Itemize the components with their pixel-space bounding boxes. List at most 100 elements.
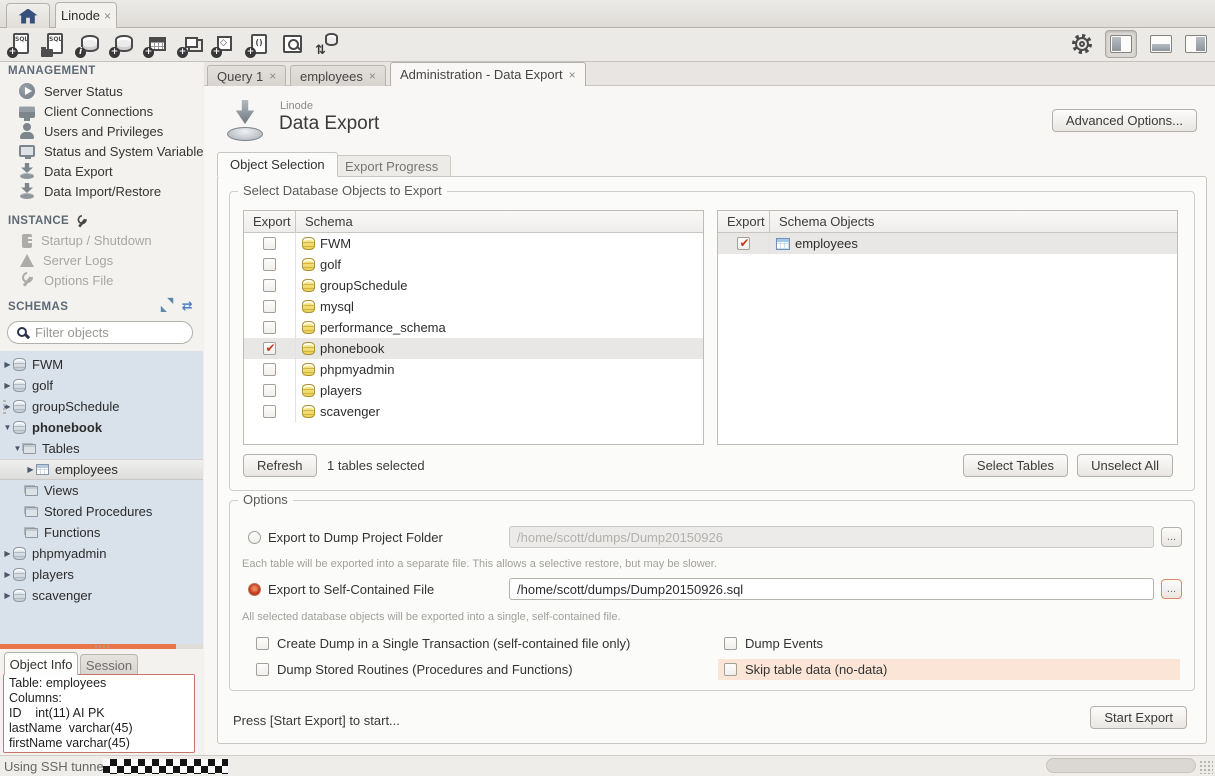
toggle-right-panel-button[interactable] (1185, 35, 1207, 53)
create-procedure-icon[interactable] (211, 31, 238, 58)
create-schema-icon[interactable] (109, 31, 136, 58)
sidebar-item-options-file[interactable]: Options File (0, 270, 203, 290)
preferences-gear-icon[interactable] (1072, 34, 1092, 54)
tree-item[interactable]: Stored Procedures (0, 501, 203, 522)
create-function-icon[interactable] (245, 31, 272, 58)
schema-row[interactable]: FWM (244, 233, 703, 254)
filter-objects-input[interactable] (35, 325, 165, 340)
export-checkbox[interactable] (263, 342, 276, 355)
tree-item[interactable]: Views (0, 480, 203, 501)
close-icon[interactable]: × (369, 69, 376, 83)
connection-tab[interactable]: Linode × (55, 2, 117, 28)
sidebar-item-status-variables[interactable]: Status and System Variables (0, 141, 203, 161)
option-checkbox[interactable] (724, 663, 737, 676)
single-file-label: Export to Self-Contained File (268, 582, 434, 597)
tree-item[interactable]: ▶ golf (0, 375, 203, 396)
tree-expand-arrow[interactable]: ▼ (2, 423, 13, 432)
connection-name: Linode (280, 100, 313, 112)
export-checkbox[interactable] (263, 279, 276, 292)
sidebar-splitter-grip[interactable] (3, 400, 6, 416)
schema-name: phpmyadmin (320, 362, 394, 377)
open-sql-script-icon[interactable] (41, 31, 68, 58)
export-checkbox[interactable] (263, 237, 276, 250)
create-view-icon[interactable] (177, 31, 204, 58)
new-sql-tab-icon[interactable] (7, 31, 34, 58)
tab-object-info[interactable]: Object Info (4, 652, 78, 675)
tree-item[interactable]: ▼ Tables (0, 438, 203, 459)
expand-schemas-icon[interactable] (161, 299, 174, 312)
dump-folder-browse-button[interactable]: ... (1161, 527, 1182, 547)
sidebar-item-startup-shutdown[interactable]: Startup / Shutdown (0, 230, 203, 250)
search-table-data-icon[interactable] (279, 31, 306, 58)
create-table-icon[interactable] (143, 31, 170, 58)
schema-row[interactable]: players (244, 380, 703, 401)
schema-row[interactable]: golf (244, 254, 703, 275)
single-file-path-input[interactable] (509, 578, 1154, 600)
single-file-radio[interactable] (248, 583, 261, 596)
tree-item[interactable]: ▶ groupSchedule (0, 396, 203, 417)
sidebar-item-server-logs[interactable]: Server Logs (0, 250, 203, 270)
tree-item[interactable]: ▶ FWM (0, 354, 203, 375)
close-icon[interactable]: × (269, 69, 276, 83)
export-checkbox[interactable] (263, 300, 276, 313)
tree-item[interactable]: ▶ scavenger (0, 585, 203, 606)
sidebar-item-client-connections[interactable]: Client Connections (0, 101, 203, 121)
export-checkbox[interactable] (263, 258, 276, 271)
schema-row[interactable]: phonebook (244, 338, 703, 359)
schema-row[interactable]: mysql (244, 296, 703, 317)
unselect-all-button[interactable]: Unselect All (1077, 454, 1173, 477)
sidebar-item-data-export[interactable]: Data Export (0, 161, 203, 181)
tree-item[interactable]: ▼ phonebook (0, 417, 203, 438)
sidebar-item-server-status[interactable]: Server Status (0, 81, 203, 101)
close-icon[interactable]: × (569, 68, 576, 82)
dump-folder-radio[interactable] (248, 531, 261, 544)
tree-expand-arrow[interactable]: ▶ (2, 570, 13, 579)
dump-folder-path-input[interactable] (509, 526, 1154, 548)
close-icon[interactable]: × (104, 9, 111, 23)
editor-tab[interactable]: Query 1× (207, 65, 286, 86)
tree-expand-arrow[interactable]: ▼ (12, 444, 23, 453)
home-tab[interactable] (6, 3, 50, 28)
object-row[interactable]: employees (718, 233, 1177, 254)
tree-item[interactable]: Functions (0, 522, 203, 543)
editor-tab[interactable]: employees× (290, 65, 386, 86)
toggle-bottom-panel-button[interactable] (1150, 35, 1172, 53)
export-checkbox[interactable] (737, 237, 750, 250)
tree-expand-arrow[interactable]: ▶ (2, 360, 13, 369)
tab-export-progress[interactable]: Export Progress (332, 155, 451, 177)
toggle-left-panel-button[interactable] (1105, 30, 1137, 58)
tree-item[interactable]: ▶ players (0, 564, 203, 585)
tab-session[interactable]: Session (80, 654, 138, 675)
export-checkbox[interactable] (263, 363, 276, 376)
reconnect-dbms-icon[interactable]: ⇅ (313, 31, 340, 58)
option-checkbox[interactable] (256, 663, 269, 676)
sidebar-item-users-privileges[interactable]: Users and Privileges (0, 121, 203, 141)
schema-row[interactable]: groupSchedule (244, 275, 703, 296)
schema-row[interactable]: performance_schema (244, 317, 703, 338)
advanced-options-button[interactable]: Advanced Options... (1052, 109, 1197, 132)
refresh-schemas-icon[interactable]: ⇄ (182, 299, 193, 312)
export-checkbox[interactable] (263, 321, 276, 334)
tree-item[interactable]: ▶ employees (0, 459, 203, 480)
schema-row[interactable]: phpmyadmin (244, 359, 703, 380)
tree-expand-arrow[interactable]: ▶ (2, 381, 13, 390)
option-checkbox[interactable] (724, 637, 737, 650)
sidebar-item-data-import[interactable]: Data Import/Restore (0, 181, 203, 201)
window-resize-grip[interactable] (1199, 760, 1213, 774)
schema-inspector-icon[interactable] (75, 31, 102, 58)
schema-row[interactable]: scavenger (244, 401, 703, 422)
export-checkbox[interactable] (263, 384, 276, 397)
option-checkbox[interactable] (256, 637, 269, 650)
tree-item[interactable]: ▶ phpmyadmin (0, 543, 203, 564)
tree-expand-arrow[interactable]: ▶ (2, 591, 13, 600)
select-tables-button[interactable]: Select Tables (963, 454, 1068, 477)
single-file-browse-button[interactable]: ... (1161, 579, 1182, 599)
tree-expand-arrow[interactable]: ▶ (25, 465, 36, 474)
editor-tab[interactable]: Administration - Data Export× (390, 62, 586, 86)
tree-expand-arrow[interactable]: ▶ (2, 549, 13, 558)
export-checkbox[interactable] (263, 405, 276, 418)
horizontal-scrollbar-thumb[interactable] (1046, 758, 1196, 773)
start-export-button[interactable]: Start Export (1090, 706, 1187, 729)
refresh-button[interactable]: Refresh (243, 454, 317, 477)
tab-object-selection[interactable]: Object Selection (217, 152, 338, 177)
